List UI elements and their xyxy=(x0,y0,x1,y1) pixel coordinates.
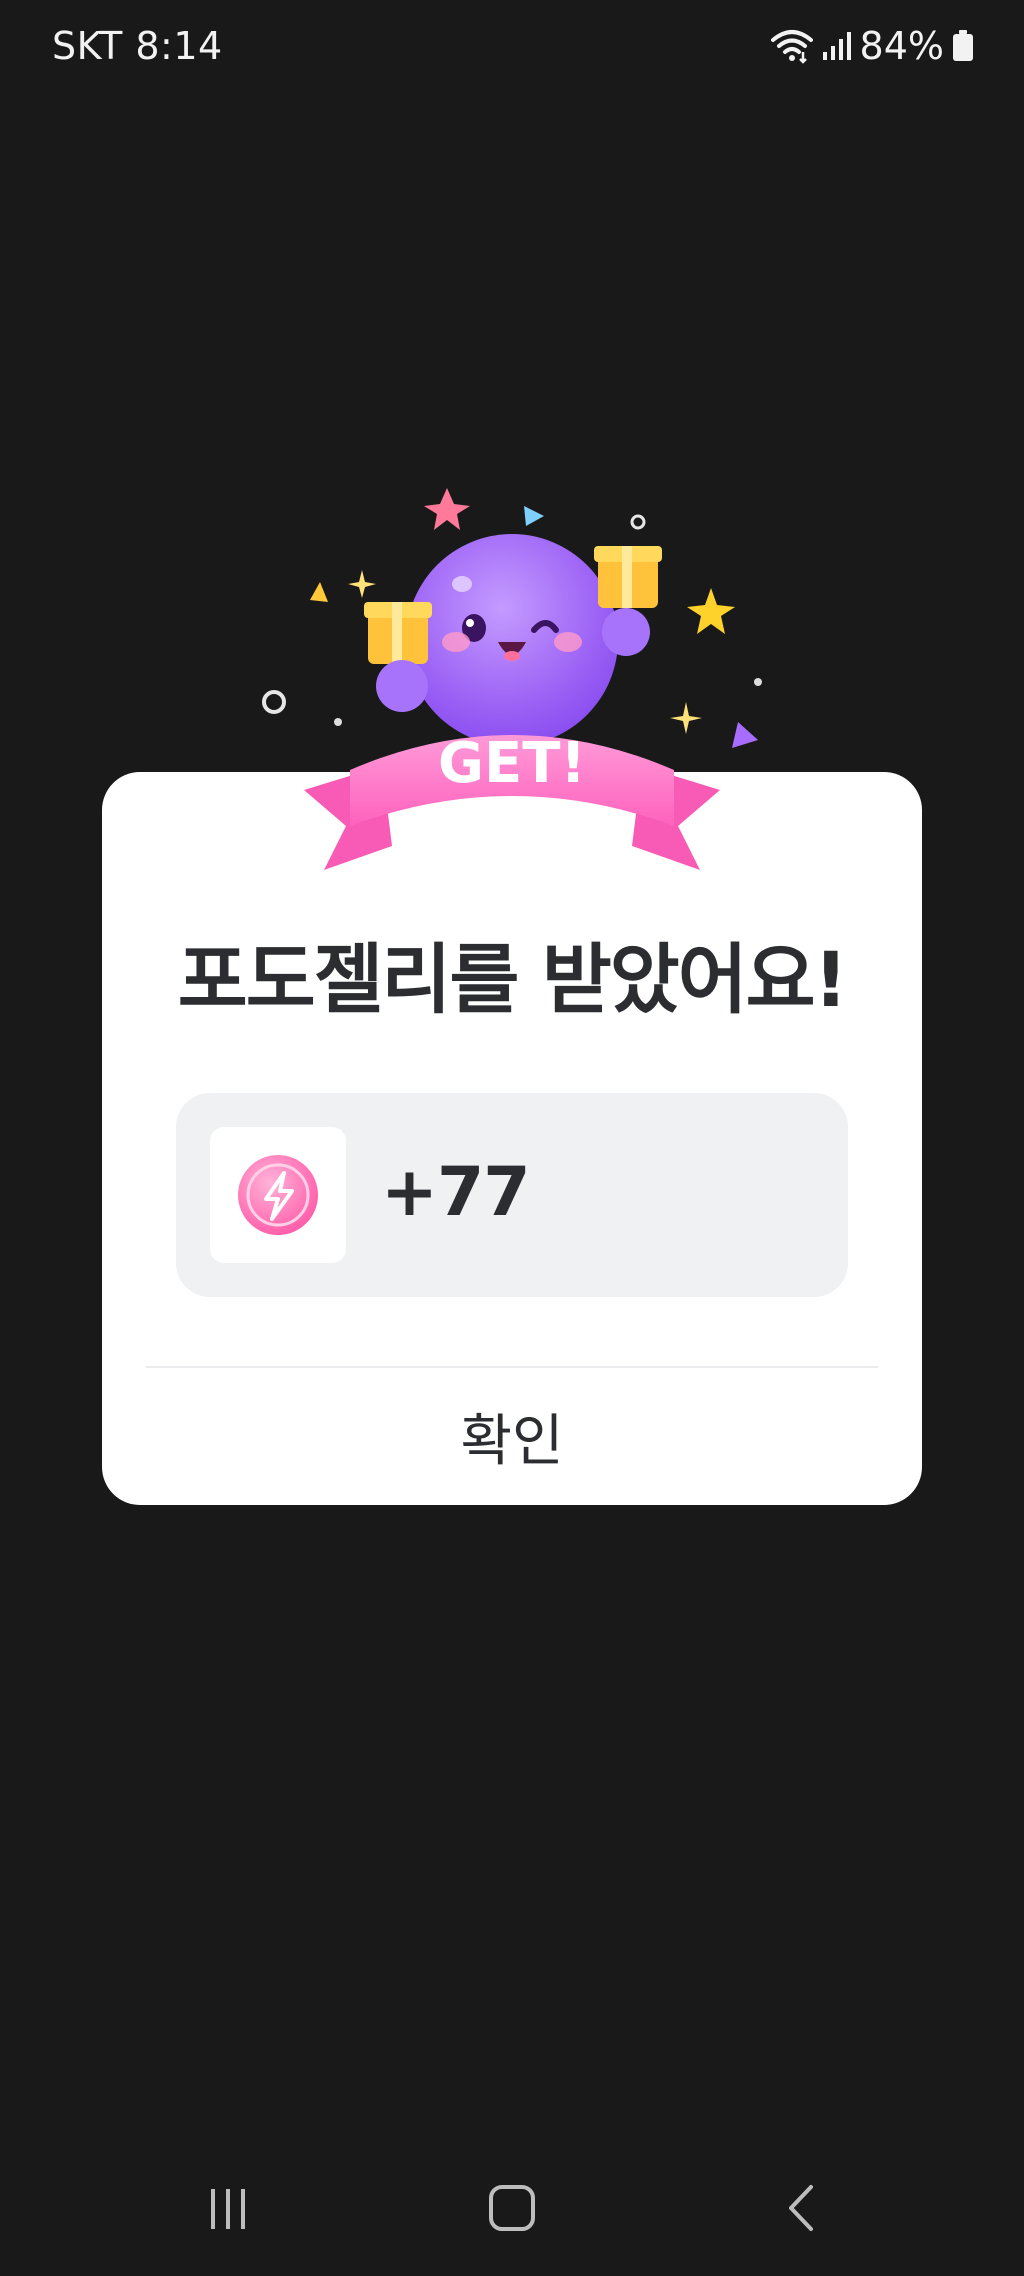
status-bar: SKT 8:14 84% xyxy=(0,0,1024,92)
status-icons: 84% xyxy=(770,24,974,68)
dialog-title: 포도젤리를 받았어요! xyxy=(177,935,848,1024)
reward-icon-tile xyxy=(210,1127,346,1263)
battery-icon xyxy=(952,30,974,62)
back-button[interactable] xyxy=(762,2178,842,2238)
mascot-body xyxy=(406,534,618,746)
carrier-time: SKT 8:14 xyxy=(52,24,223,68)
star-icon xyxy=(424,488,470,530)
recents-button[interactable] xyxy=(188,2178,268,2238)
reward-amount: +77 xyxy=(381,1153,531,1232)
confirm-button[interactable]: 확인 xyxy=(102,1368,922,1505)
recents-icon xyxy=(211,2189,245,2229)
jelly-bolt-icon xyxy=(238,1155,318,1235)
reward-box: +77 xyxy=(176,1093,848,1297)
navigation-bar xyxy=(0,2140,1024,2276)
back-icon xyxy=(789,2185,813,2231)
wifi-icon xyxy=(770,28,814,64)
mascot-illustration: GET! xyxy=(262,470,762,890)
screen: SKT 8:14 84% GET! 포도젤리를 받았어요! +77 확인 xyxy=(0,0,1024,2276)
get-badge-text: GET! xyxy=(438,731,586,796)
battery-percent: 84% xyxy=(859,24,944,68)
signal-icon xyxy=(822,30,852,62)
home-icon xyxy=(489,2185,535,2231)
home-button[interactable] xyxy=(472,2178,552,2238)
